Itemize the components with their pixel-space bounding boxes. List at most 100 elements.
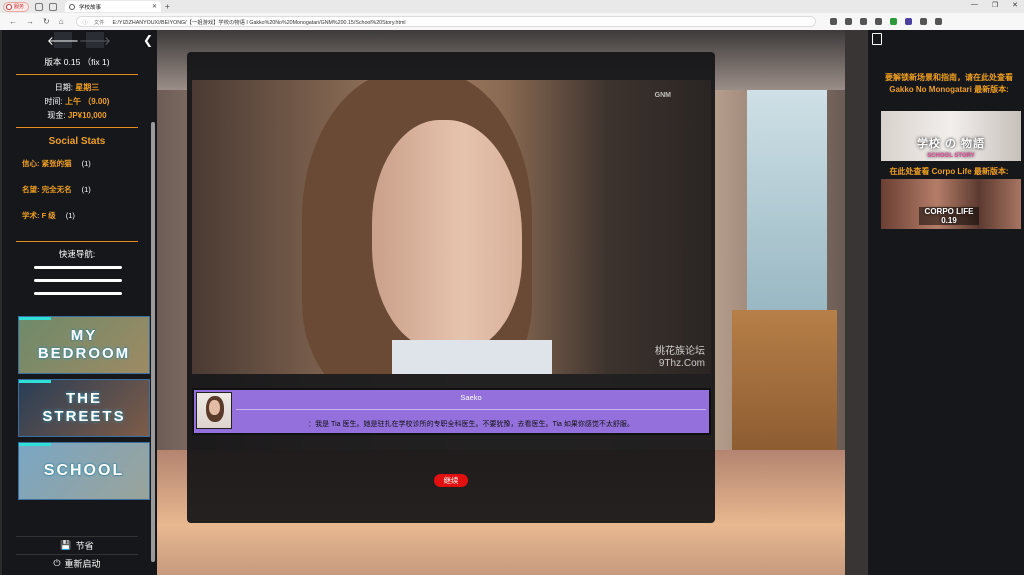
- favorite-icon[interactable]: [859, 18, 867, 25]
- scene-wall: [845, 30, 868, 575]
- time-value: 上午 （9.00): [65, 97, 110, 106]
- divider: [16, 74, 138, 75]
- profile-avatar-icon: [6, 3, 12, 10]
- save-button[interactable]: 💾 节省: [16, 536, 138, 553]
- watermark-line-2: 9Thz.Com: [658, 358, 705, 369]
- collapse-right-icon[interactable]: [872, 33, 882, 45]
- home-icon[interactable]: ⌂: [59, 17, 64, 26]
- profile-button[interactable]: 服务: [3, 1, 29, 12]
- reading-icon[interactable]: [844, 18, 852, 25]
- day-label: 日期:: [54, 83, 73, 92]
- speaker-name: Saeko: [460, 393, 482, 402]
- restore-icon[interactable]: ❐: [992, 1, 998, 9]
- ad1-title: 要解锁新场景和指南，请在此处查看 Gakko No Monogatari 最新版…: [885, 73, 1013, 94]
- location-card-the-streets[interactable]: THE STREETS: [18, 379, 150, 437]
- restart-label: 重新启动: [64, 558, 101, 569]
- shield-icon[interactable]: [889, 18, 897, 25]
- save-icon: 💾: [60, 539, 72, 550]
- collapse-sidebar-icon[interactable]: ❮: [142, 32, 154, 48]
- browser-chrome: 服务 学校故事 ✕ + — ❐ ✕ ← → ↻ ⌂ ⓘ 文件 E:/YIZIZHANYOU…: [0, 0, 1024, 30]
- photo-face: [372, 120, 522, 350]
- stat-confidence[interactable]: 信心: 紧张的猫 (1): [22, 158, 91, 169]
- more-icon[interactable]: [934, 18, 942, 25]
- settings-icon[interactable]: [919, 18, 927, 25]
- stat-value: (1): [81, 185, 91, 194]
- tab-bar: 服务 学校故事 ✕ + — ❐ ✕: [0, 0, 1024, 13]
- address-bar-row: ← → ↻ ⌂ ⓘ 文件 E:/YIZIZHANYOUXI/BEIYONG/【一姐游…: [0, 13, 1024, 30]
- stat-name: 学术: F 级: [22, 211, 56, 220]
- ad2-caption: CORPO LIFE 0.19: [919, 207, 979, 225]
- new-tab-icon[interactable]: +: [165, 2, 170, 11]
- location-card-my-bedroom[interactable]: MY BEDROOM: [18, 316, 150, 374]
- ad-corpo-life-banner[interactable]: CORPO LIFE 0.19: [881, 179, 1021, 229]
- refresh-icon[interactable]: ↻: [43, 17, 50, 26]
- minimize-icon[interactable]: —: [971, 1, 978, 9]
- photo-shirt: [392, 340, 552, 374]
- ad1-subcaption: SCHOOL STORY: [927, 153, 975, 159]
- card-label: MY BEDROOM: [37, 327, 131, 362]
- left-sidebar: 🡐 🡒 ❮ 版本 0.15 （fix 1) 日期: 星期三 时间: 上午 （9.…: [2, 30, 157, 575]
- stat-name: 名望: 完全无名: [22, 185, 72, 194]
- power-icon: ⏻: [53, 557, 61, 568]
- stat-value: (1): [81, 159, 91, 168]
- stat-academics[interactable]: 学术: F 级 (1): [22, 210, 75, 221]
- stat-name: 信心: 紧张的猫: [22, 159, 72, 168]
- ad-gakko-banner[interactable]: 学校 の 物語 SCHOOL STORY: [881, 111, 1021, 161]
- photo-watermark: 桃花族论坛 9Thz.Com: [655, 346, 705, 370]
- quick-nav-link[interactable]: [34, 292, 122, 295]
- restart-button[interactable]: ⏻ 重新启动: [16, 554, 138, 571]
- forward-arrow-icon[interactable]: 🡒: [79, 32, 111, 48]
- url-text: E:/YIZIZHANYOUXI/BEIYONG/【一姐游戏】学校の物语 I G…: [112, 19, 406, 26]
- quick-nav-title: 快速导航:: [58, 249, 96, 259]
- url-field[interactable]: ⓘ 文件 E:/YIZIZHANYOUXI/BEIYONG/【一姐游戏】学校の物语 …: [75, 16, 816, 27]
- divider: [16, 127, 138, 128]
- card-label: SCHOOL: [43, 462, 125, 479]
- sidebar-scrollbar[interactable]: [151, 122, 155, 562]
- tab-title: 学校故事: [79, 4, 102, 11]
- scrollbar-thumb[interactable]: [151, 122, 155, 562]
- social-stats-title: Social Stats: [48, 136, 106, 147]
- back-icon[interactable]: ←: [9, 17, 17, 26]
- ad2-title: 在此处查看 Corpo Life 最新版本:: [889, 167, 1009, 176]
- save-label: 节省: [75, 540, 94, 551]
- profile-label: 服务: [14, 4, 25, 10]
- time-label: 时间:: [44, 97, 63, 106]
- photo-brand-watermark: GNM: [654, 92, 671, 99]
- day-row: 日期: 星期三: [16, 82, 138, 93]
- stat-fame[interactable]: 名望: 完全无名 (1): [22, 184, 91, 195]
- cash-value: JP¥10,000: [67, 111, 107, 120]
- divider: [16, 241, 138, 242]
- right-sidebar: 要解锁新场景和指南，请在此处查看 Gakko No Monogatari 最新版…: [868, 30, 1024, 575]
- close-tab-icon[interactable]: ✕: [152, 3, 157, 10]
- day-value: 星期三: [75, 83, 100, 92]
- continue-button[interactable]: 继续: [434, 474, 468, 487]
- app-icon[interactable]: [904, 18, 912, 25]
- speaker-avatar: [196, 392, 232, 429]
- quick-nav-link[interactable]: [34, 279, 122, 282]
- time-row: 时间: 上午 （9.00): [16, 96, 138, 107]
- back-arrow-icon[interactable]: 🡐: [47, 32, 79, 48]
- forward-icon[interactable]: →: [26, 17, 34, 26]
- tab-actions-icon[interactable]: [49, 2, 57, 11]
- close-window-icon[interactable]: ✕: [1012, 1, 1018, 9]
- location-card-school[interactable]: SCHOOL: [18, 442, 150, 500]
- game-page: 🡐 🡒 ❮ 版本 0.15 （fix 1) 日期: 星期三 时间: 上午 （9.…: [0, 30, 1024, 575]
- file-icon: ⓘ: [82, 19, 88, 26]
- cash-label: 现金:: [47, 111, 66, 120]
- extension-icon[interactable]: [874, 18, 882, 25]
- cash-row: 现金: JP¥10,000: [16, 110, 138, 121]
- translate-icon[interactable]: [829, 18, 837, 25]
- character-photo: GNM 桃花族论坛 9Thz.Com: [192, 80, 711, 374]
- collections-icon[interactable]: [35, 2, 43, 11]
- stat-value: (1): [65, 211, 75, 220]
- quick-nav-link[interactable]: [34, 266, 122, 269]
- active-tab[interactable]: 学校故事 ✕: [65, 1, 161, 12]
- globe-icon: [69, 3, 75, 10]
- speech-box: Saeko ：我是 Tia 医生。她是驻扎在学校诊所的专职全科医生。不要犹豫，去…: [192, 388, 711, 435]
- card-label: THE STREETS: [42, 390, 126, 425]
- speech-divider: [236, 409, 706, 410]
- extension-icons: [829, 18, 942, 25]
- ad1-caption: 学校 の 物語: [916, 138, 986, 150]
- window-controls: — ❐ ✕: [971, 1, 1018, 9]
- avatar-face: [209, 400, 220, 415]
